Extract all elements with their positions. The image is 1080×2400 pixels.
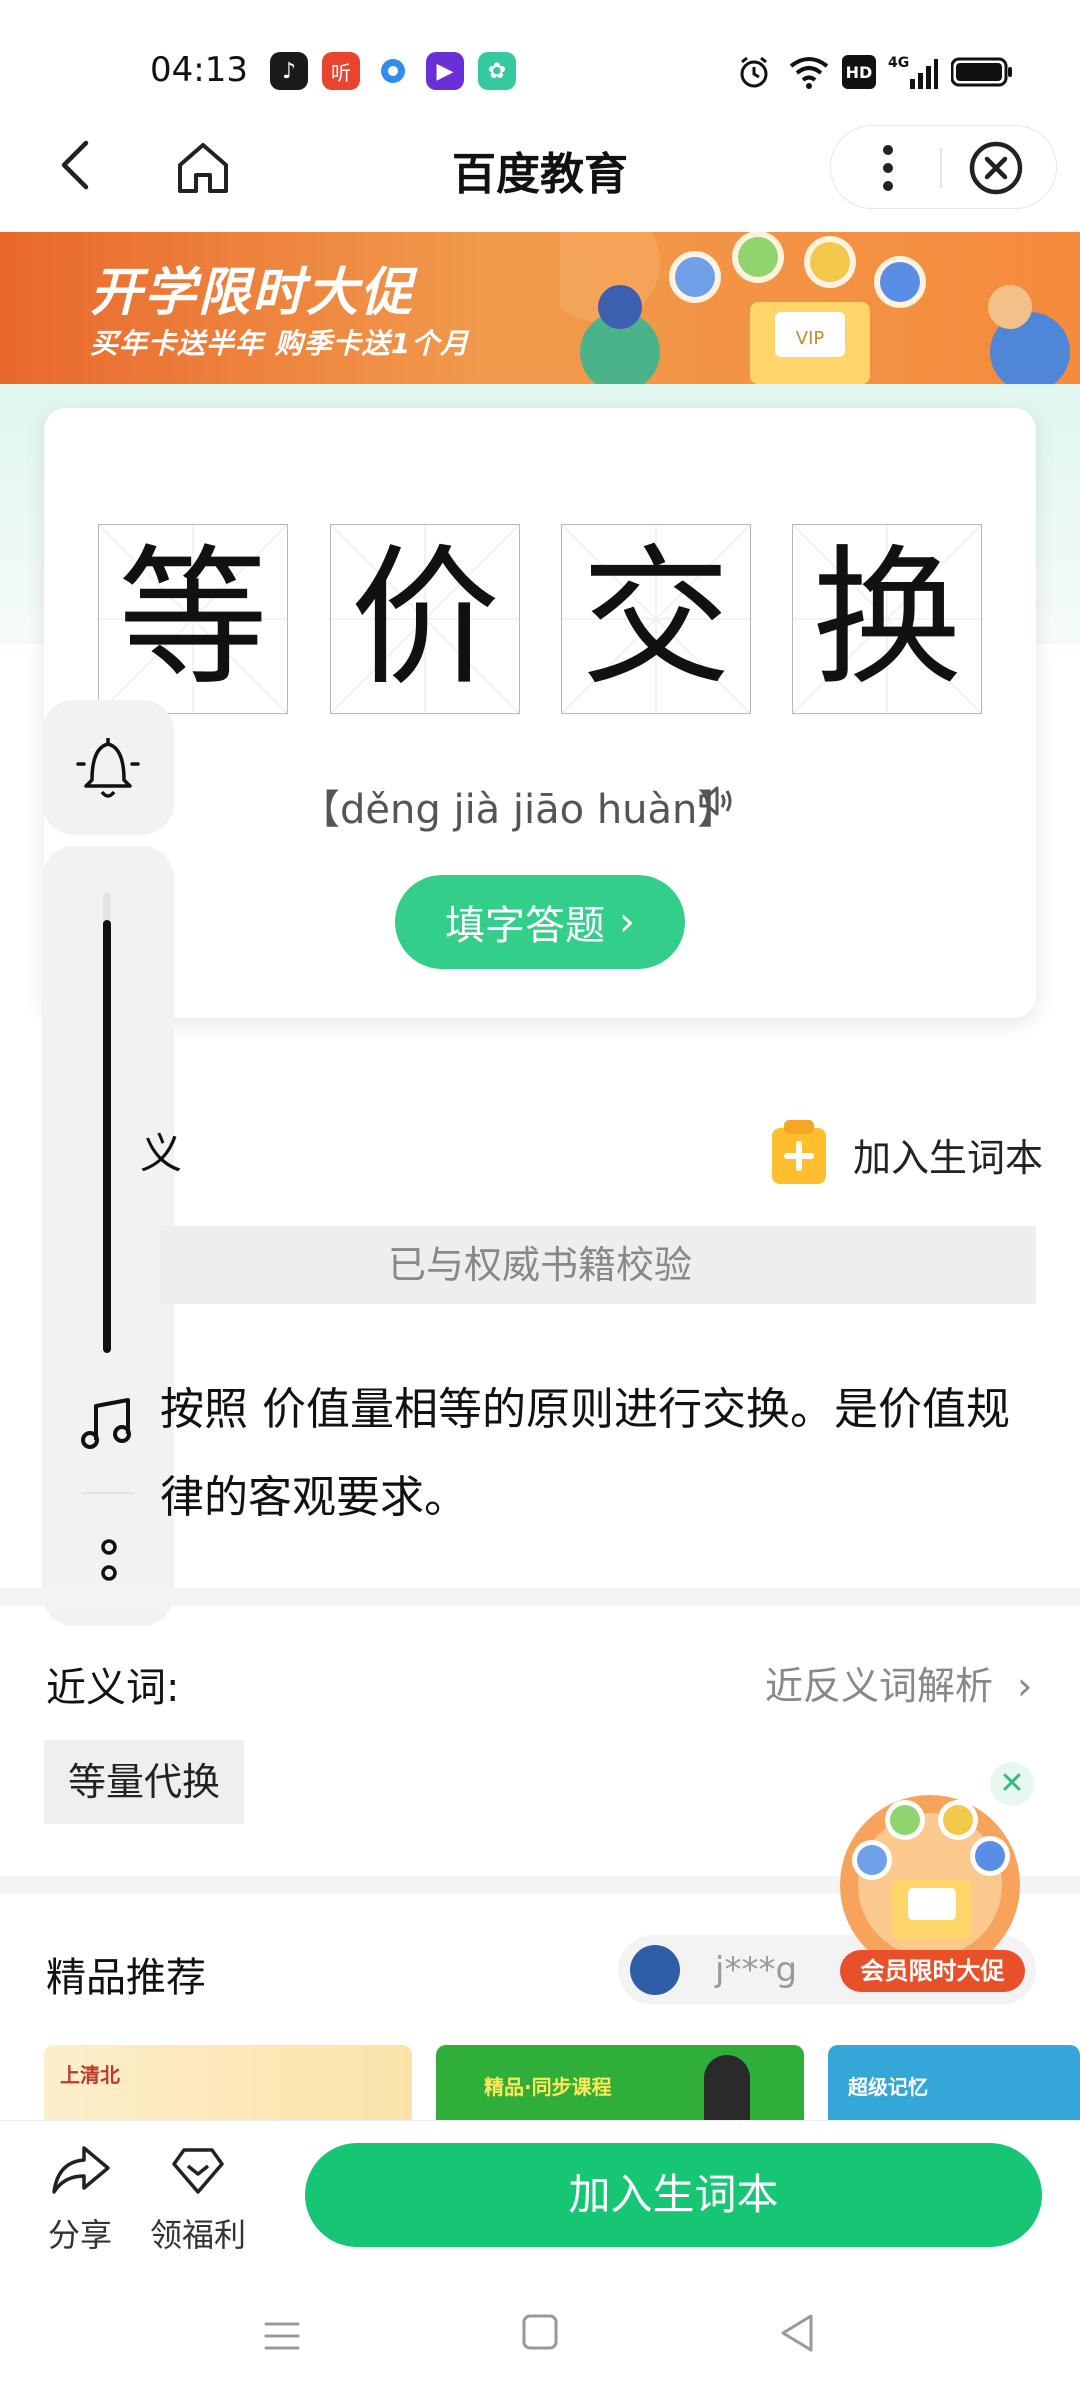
back-triangle-icon[interactable] xyxy=(775,2310,819,2356)
capsule-divider xyxy=(940,148,942,188)
panel-more-icon[interactable] xyxy=(94,1535,124,1587)
character: 等 xyxy=(117,532,268,706)
ting-icon: 听 xyxy=(322,52,360,90)
fill-quiz-label: 填字答题 xyxy=(445,903,605,949)
4g-signal-icon: 4G xyxy=(888,52,938,92)
synonym-analysis-link[interactable]: 近反义词解析 › xyxy=(765,1655,1032,1710)
synonym-chip[interactable]: 等量代换 xyxy=(44,1740,244,1824)
meaning-title: 义 xyxy=(140,1129,183,1178)
app-green-icon: ✿ xyxy=(478,52,516,90)
fill-quiz-button[interactable]: 填字答题 › xyxy=(395,875,685,969)
tiktok-icon: ♪ xyxy=(270,52,308,90)
ticker-username: j***g xyxy=(715,1950,798,1990)
recommend-title: 精品推荐 xyxy=(46,1955,206,2001)
avatar xyxy=(630,1945,680,1995)
diamond-icon[interactable] xyxy=(170,2142,226,2198)
teacher-photo xyxy=(704,2055,750,2125)
status-time: 04:13 xyxy=(150,50,248,90)
add-vocab-icon[interactable] xyxy=(770,1118,828,1186)
definition-text: 按照 价值量相等的原则进行交换。是价值规律的客观要求。 xyxy=(160,1384,1010,1523)
recent-apps-icon[interactable] xyxy=(260,2314,304,2358)
course-card[interactable]: 超级记忆 xyxy=(828,2045,1080,2125)
add-vocab-button[interactable]: 加入生词本 xyxy=(305,2143,1042,2247)
volume-slider-fill[interactable] xyxy=(103,920,111,1353)
more-options-button[interactable] xyxy=(863,140,913,196)
add-vocab-link[interactable]: 加入生词本 xyxy=(853,1127,1043,1182)
svg-text:4G: 4G xyxy=(888,55,909,71)
character-box: 换 xyxy=(792,524,982,714)
character: 交 xyxy=(580,532,731,706)
share-label[interactable]: 分享 xyxy=(48,2210,112,2256)
pinyin: 【děng jià jiāo huàn】 xyxy=(300,787,738,833)
course-card[interactable]: 精品·同步课程 xyxy=(436,2045,804,2125)
character-box: 等 xyxy=(98,524,288,714)
welfare-label[interactable]: 领福利 xyxy=(150,2210,246,2256)
panel-divider xyxy=(82,1492,134,1494)
home-square-icon[interactable] xyxy=(520,2312,560,2352)
chevron-right-icon: › xyxy=(1017,1664,1033,1708)
baidu-dot-icon xyxy=(374,52,412,90)
synonym-analysis-label: 近反义词解析 xyxy=(765,1664,994,1708)
course-card[interactable]: 上清北 xyxy=(44,2045,412,2125)
banner-title: 开学限时大促 xyxy=(90,263,415,323)
wifi-icon xyxy=(786,52,832,92)
course-card-label: 超级记忆 xyxy=(848,2075,928,2099)
synonyms-label: 近义词: xyxy=(46,1665,180,1711)
hd-icon: HD xyxy=(842,55,876,89)
close-miniapp-button[interactable] xyxy=(966,138,1026,198)
promo-label[interactable]: 会员限时大促 xyxy=(840,1950,1025,1992)
svg-text:VIP: VIP xyxy=(796,328,825,349)
character-box: 交 xyxy=(561,524,751,714)
music-note-icon[interactable] xyxy=(78,1394,138,1454)
share-icon[interactable] xyxy=(50,2142,112,2198)
verified-text: 已与权威书籍校验 xyxy=(387,1243,692,1287)
alarm-icon xyxy=(734,52,774,92)
course-card-label: 精品·同步课程 xyxy=(484,2075,612,2099)
banner-illustration: VIP xyxy=(540,202,1080,392)
character-box: 价 xyxy=(330,524,520,714)
section-divider xyxy=(0,1588,1080,1606)
battery-icon xyxy=(950,52,1014,92)
speaker-icon[interactable] xyxy=(697,781,737,821)
video-icon: ▶ xyxy=(426,52,464,90)
character: 换 xyxy=(811,532,962,706)
character: 价 xyxy=(349,532,500,706)
banner-subtitle: 买年卡送半年 购季卡送1个月 xyxy=(90,327,470,360)
chevron-right-icon: › xyxy=(619,899,635,945)
notification-button[interactable] xyxy=(42,700,174,835)
course-card-label: 上清北 xyxy=(60,2063,120,2087)
